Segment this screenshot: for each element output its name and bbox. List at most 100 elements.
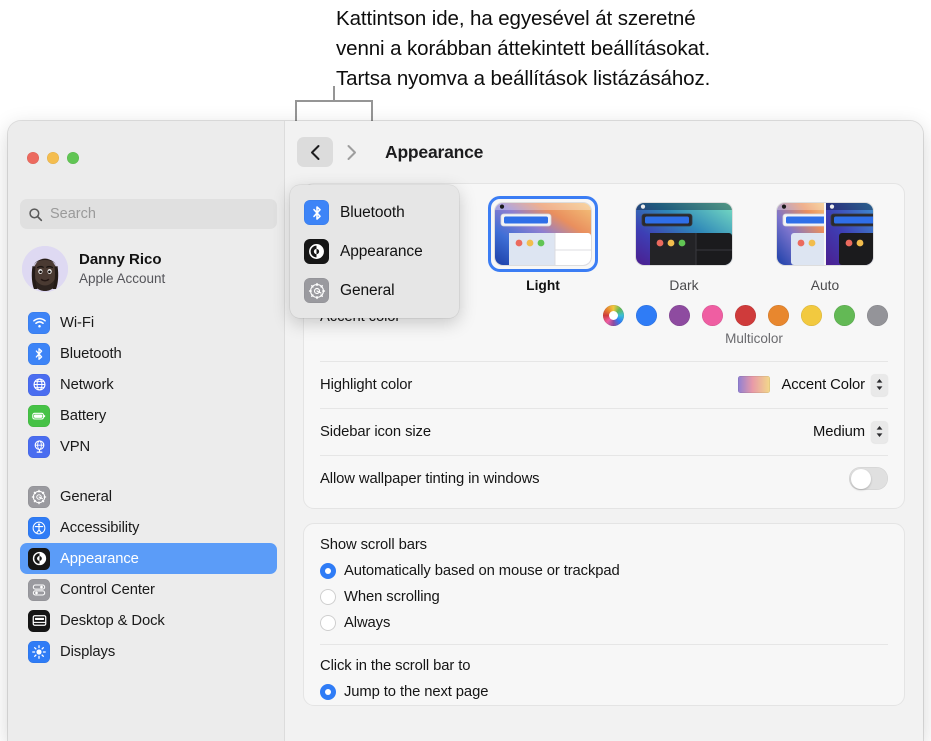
wifi-icon [28,311,50,334]
sidebar-item-displays[interactable]: Displays [20,636,277,667]
back-button[interactable] [297,137,333,167]
theme-label: Auto [810,278,840,293]
swatch-green[interactable] [834,305,855,326]
theme-preview-auto [777,203,873,265]
radio-button[interactable] [320,589,336,605]
toolbar: Appearance [285,121,923,183]
page-title: Appearance [385,141,484,162]
click-scroll-bar-title: Click in the scroll bar to [320,658,471,674]
sidebar-item-network[interactable]: Network [20,369,277,400]
theme-options: Light Dark Auto [488,196,880,293]
swatch-pink[interactable] [702,305,723,326]
sidebar-item-label: General [60,488,112,505]
forward-button[interactable] [333,137,369,167]
search-field[interactable] [20,199,277,229]
highlight-color-value: Accent Color [781,376,865,393]
sidebar-item-wi-fi[interactable]: Wi-Fi [20,307,277,338]
scroll-bars-option-automatic[interactable]: Automatically based on mouse or trackpad [304,558,904,584]
search-input[interactable] [50,206,269,222]
sidebar-item-label: Appearance [60,550,139,567]
wallpaper-tinting-label: Allow wallpaper tinting in windows [320,470,540,487]
menu-item-general[interactable]: General [290,271,459,310]
menu-item-bluetooth[interactable]: Bluetooth [290,193,459,232]
wallpaper-tinting-toggle[interactable] [849,467,888,490]
minimize-button[interactable] [47,152,59,164]
history-popup-menu: Bluetooth Appearance General [290,185,459,318]
sidebar-item-vpn[interactable]: VPN [20,431,277,462]
swatch-red[interactable] [735,305,756,326]
callout-stem [333,86,335,102]
scroll-bars-option-when-scrolling[interactable]: When scrolling [304,584,904,610]
menu-item-appearance[interactable]: Appearance [290,232,459,271]
callout-annotation: Kattintson ide, ha egyesével át szeretné… [336,4,896,94]
swatch-orange[interactable] [768,305,789,326]
highlight-color-popup[interactable]: Accent Color [738,373,888,396]
theme-label: Dark [669,278,699,293]
swatch-graphite[interactable] [867,305,888,326]
sidebar-item-label: Battery [60,407,107,424]
desktop-dock-icon [28,609,50,632]
swatch-blue[interactable] [636,305,657,326]
sidebar-item-label: Accessibility [60,519,140,536]
radio-button[interactable] [320,684,336,700]
close-button[interactable] [27,152,39,164]
accent-swatches [603,303,888,326]
sidebar-item-bluetooth[interactable]: Bluetooth [20,338,277,369]
swatch-multicolor[interactable] [603,305,624,326]
search-icon [29,207,43,221]
callout-line-1: Kattintson ide, ha egyesével át szeretné [336,7,696,30]
theme-option-light[interactable]: Light [488,196,598,293]
accent-caption: Multicolor [725,331,783,346]
zoom-button[interactable] [67,152,79,164]
sidebar-item-label: Wi-Fi [60,314,95,331]
account-row[interactable]: Danny Rico Apple Account [22,243,272,295]
sidebar-icon-size-value: Medium [812,423,865,440]
sidebar-item-label: Desktop & Dock [60,612,165,629]
theme-thumb-frame [770,196,880,272]
theme-option-auto[interactable]: Auto [770,196,880,293]
theme-option-dark[interactable]: Dark [629,196,739,293]
menu-item-label: Bluetooth [340,203,405,221]
sidebar-icon-size-row: Sidebar icon size Medium [304,408,904,455]
menu-item-label: Appearance [340,242,423,260]
appearance-icon [304,239,329,264]
sidebar-item-accessibility[interactable]: Accessibility [20,512,277,543]
radio-label: Jump to the next page [344,684,489,700]
account-name: Danny Rico [79,250,162,268]
sidebar-group-divider [20,462,277,481]
system-settings-window: Danny Rico Apple Account Wi-Fi [8,121,923,741]
scroll-bars-card: Show scroll bars Automatically based on … [303,523,905,706]
sidebar-group-system: General Accessibility Appearance Control… [20,481,277,667]
callout-bracket [295,100,373,122]
radio-label: When scrolling [344,589,440,605]
battery-icon [28,404,50,427]
sidebar-item-label: Displays [60,643,116,660]
chevron-updown-icon [871,420,888,443]
sidebar-item-general[interactable]: General [20,481,277,512]
sidebar-item-appearance[interactable]: Appearance [20,543,277,574]
sidebar-nav: Wi-Fi Bluetooth Network Battery VPN Gene… [20,307,277,667]
bluetooth-icon [304,200,329,225]
gear-icon [304,278,329,303]
sidebar-item-desktop-dock[interactable]: Desktop & Dock [20,605,277,636]
vpn-icon [28,435,50,458]
sidebar-item-label: Control Center [60,581,155,598]
click-scroll-bar-option-jump-next-page[interactable]: Jump to the next page [304,679,904,705]
radio-button[interactable] [320,615,336,631]
swatch-purple[interactable] [669,305,690,326]
sidebar-item-control-center[interactable]: Control Center [20,574,277,605]
sidebar-item-label: VPN [60,438,91,455]
highlight-color-swatch [738,376,771,393]
theme-preview-light [495,203,591,265]
sidebar-icon-size-popup[interactable]: Medium [812,420,888,443]
bluetooth-icon [28,342,50,365]
radio-label: Automatically based on mouse or trackpad [344,563,620,579]
swatch-yellow[interactable] [801,305,822,326]
scroll-bars-option-always[interactable]: Always [304,610,904,636]
window-controls [27,152,79,164]
radio-button[interactable] [320,563,336,579]
network-icon [28,373,50,396]
sidebar-item-battery[interactable]: Battery [20,400,277,431]
theme-preview-dark [636,203,732,265]
show-scroll-bars-title: Show scroll bars [320,537,427,553]
